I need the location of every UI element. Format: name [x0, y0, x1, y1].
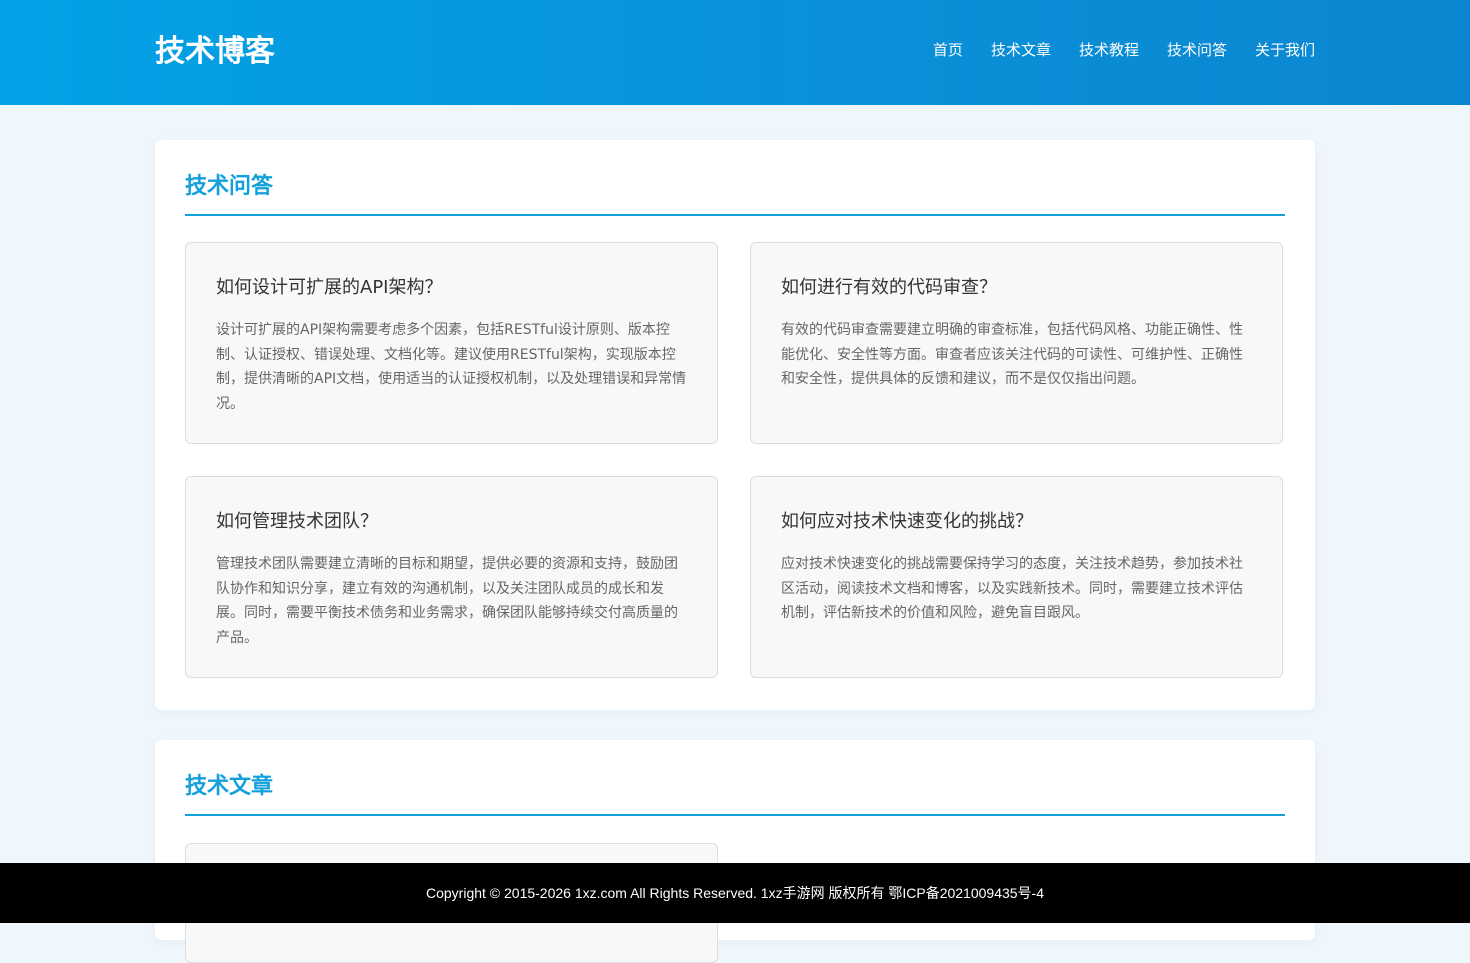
main-nav: 首页 技术文章 技术教程 技术问答 关于我们: [933, 38, 1315, 62]
qa-section: 技术问答 如何设计可扩展的API架构？ 设计可扩展的API架构需要考虑多个因素，…: [155, 140, 1315, 710]
section-divider: [185, 214, 1285, 216]
qa-card-desc: 应对技术快速变化的挑战需要保持学习的态度，关注技术趋势，参加技术社区活动，阅读技…: [781, 556, 1243, 621]
site-footer: Copyright © 2015-2026 1xz.com All Rights…: [0, 863, 1470, 923]
qa-card-desc: 有效的代码审查需要建立明确的审查标准，包括代码风格、功能正确性、性能优化、安全性…: [781, 322, 1243, 387]
section-title: 技术文章: [185, 774, 274, 799]
qa-card-desc: 管理技术团队需要建立清晰的目标和期望，提供必要的资源和支持，鼓励团队协作和知识分…: [216, 556, 678, 646]
nav-home[interactable]: 首页: [933, 38, 963, 62]
nav-about[interactable]: 关于我们: [1255, 38, 1315, 62]
qa-card-title[interactable]: 如何设计可扩展的API架构？: [216, 275, 696, 301]
nav-tutorials[interactable]: 技术教程: [1079, 38, 1139, 62]
qa-card-title[interactable]: 如何进行有效的代码审查？: [781, 275, 1261, 301]
qa-card[interactable]: 如何管理技术团队？ 管理技术团队需要建立清晰的目标和期望，提供必要的资源和支持，…: [185, 476, 718, 678]
copyright-text: Copyright © 2015-2026 1xz.com All Rights…: [425, 885, 1045, 901]
section-divider: [185, 814, 1285, 816]
site-logo[interactable]: 技术博客: [155, 32, 275, 72]
section-title: 技术问答: [185, 174, 274, 199]
qa-card-title[interactable]: 如何管理技术团队？: [216, 509, 696, 535]
site-header: 技术博客 首页 技术文章 技术教程 技术问答 关于我们: [0, 0, 1470, 105]
qa-card-desc: 设计可扩展的API架构需要考虑多个因素，包括RESTful设计原则、版本控制、认…: [216, 322, 687, 412]
qa-card[interactable]: 如何应对技术快速变化的挑战？ 应对技术快速变化的挑战需要保持学习的态度，关注技术…: [750, 476, 1283, 678]
nav-articles[interactable]: 技术文章: [991, 38, 1051, 62]
qa-card-title[interactable]: 如何应对技术快速变化的挑战？: [781, 509, 1261, 535]
qa-card[interactable]: 如何设计可扩展的API架构？ 设计可扩展的API架构需要考虑多个因素，包括RES…: [185, 242, 718, 444]
nav-qa[interactable]: 技术问答: [1167, 38, 1227, 62]
qa-card[interactable]: 如何进行有效的代码审查？ 有效的代码审查需要建立明确的审查标准，包括代码风格、功…: [750, 242, 1283, 444]
